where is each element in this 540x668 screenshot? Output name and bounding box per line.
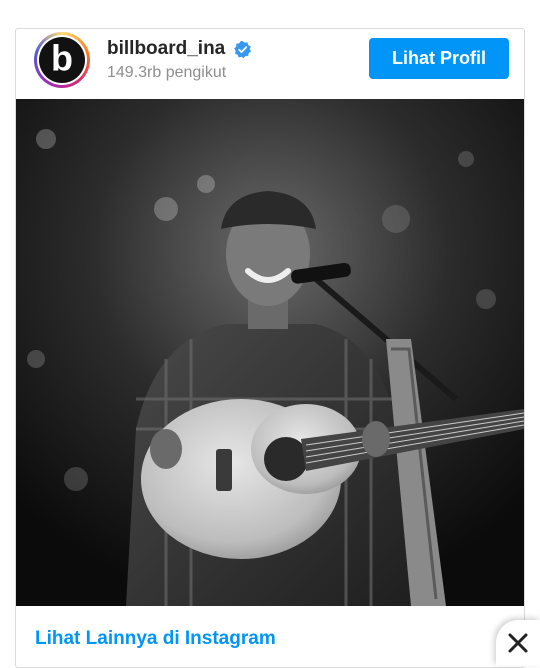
- username-row: billboard_ina: [107, 38, 252, 60]
- follower-count: 149.3rb pengikut: [107, 64, 227, 81]
- username-link[interactable]: billboard_ina: [107, 38, 225, 60]
- view-more-on-instagram-link[interactable]: Lihat Lainnya di Instagram: [35, 628, 276, 650]
- instagram-embed-card: b billboard_ina 149.3rb pengikut Lihat P…: [15, 28, 525, 668]
- avatar[interactable]: b: [34, 32, 90, 88]
- close-icon: [508, 633, 528, 653]
- post-header: b billboard_ina 149.3rb pengikut Lihat P…: [16, 29, 524, 99]
- billboard-logo: b: [39, 37, 85, 83]
- view-profile-button[interactable]: Lihat Profil: [369, 38, 509, 79]
- verified-badge-icon: [233, 40, 252, 59]
- close-button[interactable]: [496, 620, 540, 666]
- post-image[interactable]: [16, 99, 524, 606]
